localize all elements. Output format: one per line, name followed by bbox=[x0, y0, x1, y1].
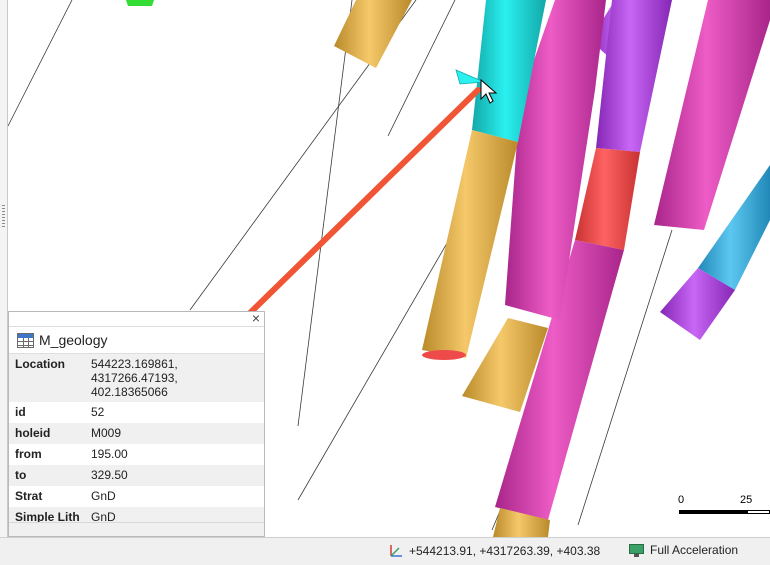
drillhole-end-cap bbox=[422, 350, 466, 360]
monitor-icon bbox=[629, 543, 644, 557]
acceleration-text: Full Acceleration bbox=[650, 543, 739, 557]
left-dock-edge[interactable] bbox=[0, 0, 8, 537]
property-row-from[interactable]: from 195.00 bbox=[9, 444, 264, 465]
properties-panel[interactable]: × M_geology Location 544223.169861, 4317… bbox=[8, 311, 265, 537]
drillhole-gold-top[interactable] bbox=[334, 0, 412, 68]
scale-bar-start-label: 0 bbox=[678, 494, 685, 506]
property-row-id[interactable]: id 52 bbox=[9, 402, 264, 423]
panel-header: M_geology bbox=[9, 326, 264, 354]
horizontal-scrollbar[interactable] bbox=[9, 522, 264, 536]
property-row-holeid[interactable]: holeid M009 bbox=[9, 423, 264, 444]
scale-bar-black bbox=[679, 510, 747, 514]
green-interval bbox=[126, 0, 154, 6]
property-value: 544223.169861, 4317266.47193, 402.183650… bbox=[91, 357, 178, 399]
axes-icon bbox=[390, 545, 402, 557]
property-value: 52 bbox=[91, 405, 105, 419]
acceleration-status[interactable]: Full Acceleration bbox=[629, 543, 738, 557]
scale-bar-white bbox=[747, 510, 770, 514]
property-value: 329.50 bbox=[91, 468, 128, 482]
coordinate-text: +544213.91, +4317263.39, +403.38 bbox=[409, 544, 601, 558]
property-key: holeid bbox=[15, 426, 51, 440]
scale-bar: 0 25 bbox=[676, 494, 770, 516]
panel-topbar: × bbox=[9, 312, 264, 326]
property-value: 195.00 bbox=[91, 447, 128, 461]
property-key: id bbox=[15, 405, 26, 419]
3d-scene-viewport[interactable]: 0 25 × M_geology Location 544223.169861,… bbox=[0, 0, 770, 537]
status-bar: +544213.91, +4317263.39, +403.38 Full Ac… bbox=[0, 537, 770, 565]
scale-bar-end-label: 25 bbox=[740, 494, 753, 506]
property-key: from bbox=[15, 447, 42, 461]
property-value: GnD bbox=[91, 489, 116, 503]
close-icon[interactable]: × bbox=[252, 312, 260, 325]
property-value: M009 bbox=[91, 426, 122, 440]
panel-title: M_geology bbox=[39, 332, 108, 348]
table-icon bbox=[17, 332, 34, 348]
property-key: to bbox=[15, 468, 27, 482]
property-row-location[interactable]: Location 544223.169861, 4317266.47193, 4… bbox=[9, 354, 264, 402]
property-row-to[interactable]: to 329.50 bbox=[9, 465, 264, 486]
property-key: Strat bbox=[15, 489, 43, 503]
splitter-grip-icon[interactable] bbox=[2, 205, 5, 227]
property-key: Location bbox=[15, 357, 65, 371]
property-rows: Location 544223.169861, 4317266.47193, 4… bbox=[9, 354, 264, 528]
coordinate-readout: +544213.91, +4317263.39, +403.38 bbox=[388, 543, 600, 559]
property-row-strat[interactable]: Strat GnD bbox=[9, 486, 264, 507]
